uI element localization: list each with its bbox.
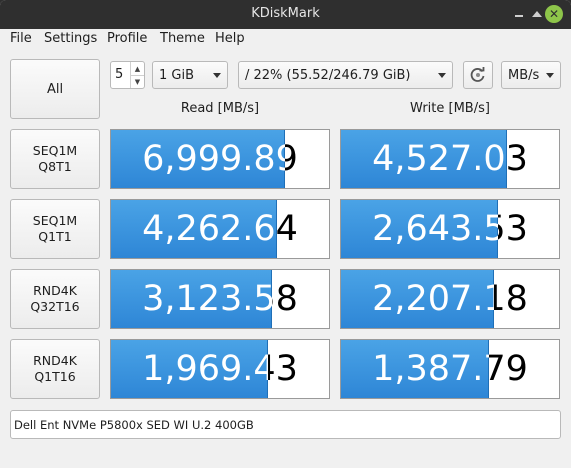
write-result-meter: 4,527.03 4,527.03 xyxy=(340,129,560,189)
write-column-header: Write [MB/s] xyxy=(410,101,490,116)
size-value: 1 GiB xyxy=(159,68,195,83)
test-name: RND4K xyxy=(33,353,77,368)
menu-profile[interactable]: Profile xyxy=(107,31,147,46)
write-result-meter: 1,387.79 1,387.79 xyxy=(340,339,560,399)
write-result-meter: 2,207.18 2,207.18 xyxy=(340,269,560,329)
read-result-meter: 4,262.64 4,262.64 xyxy=(110,199,330,259)
menu-settings[interactable]: Settings xyxy=(44,31,97,46)
read-value-clip: 4,262.64 xyxy=(111,200,277,258)
read-result-value-overlay: 6,999.89 xyxy=(142,139,286,179)
comment-field[interactable]: Dell Ent NVMe P5800x SED WI U.2 400GB xyxy=(10,410,561,439)
spin-down-icon[interactable]: ▼ xyxy=(130,75,144,88)
close-button[interactable]: ✕ xyxy=(545,5,563,23)
write-value-clip: 1,387.79 xyxy=(341,340,489,398)
read-value-clip: 6,999.89 xyxy=(111,130,285,188)
test-params: Q1T1 xyxy=(38,229,72,244)
chevron-down-icon xyxy=(546,73,554,78)
write-result-value-overlay: 4,527.03 xyxy=(372,139,507,179)
window-title: KDiskMark xyxy=(251,6,320,21)
write-value-clip: 2,207.18 xyxy=(341,270,494,328)
write-result-meter: 2,643.53 2,643.53 xyxy=(340,199,560,259)
refresh-icon xyxy=(470,67,485,82)
read-result-value-overlay: 4,262.64 xyxy=(142,209,277,249)
read-result-meter: 3,123.58 3,123.58 xyxy=(110,269,330,329)
target-value: / 22% (55.52/246.79 GiB) xyxy=(245,68,411,83)
units-value: MB/s xyxy=(508,68,540,83)
test-name: SEQ1M xyxy=(32,143,78,158)
units-select[interactable]: MB/s xyxy=(501,61,561,89)
test-params: Q1T16 xyxy=(34,369,76,384)
chevron-down-icon xyxy=(213,73,221,78)
read-result-meter: 6,999.89 6,999.89 xyxy=(110,129,330,189)
run-all-label: All xyxy=(46,81,64,97)
menu-help[interactable]: Help xyxy=(215,31,245,46)
read-value-clip: 1,969.43 xyxy=(111,340,268,398)
write-result-value-overlay: 2,643.53 xyxy=(372,209,498,249)
kdiskmark-window: KDiskMark ✕ File Settings Profile Theme … xyxy=(0,0,571,468)
read-result-value-overlay: 3,123.58 xyxy=(142,279,272,319)
target-select[interactable]: / 22% (55.52/246.79 GiB) xyxy=(238,61,453,89)
close-icon: ✕ xyxy=(548,7,560,21)
read-result-meter: 1,969.43 1,969.43 xyxy=(110,339,330,399)
chevron-down-icon xyxy=(438,73,446,78)
test-params: Q8T1 xyxy=(38,159,72,174)
test-button-rnd4k-q32t16[interactable]: RND4K Q32T16 xyxy=(10,269,100,329)
read-value-clip: 3,123.58 xyxy=(111,270,272,328)
runs-spinbox[interactable]: 5 ▲ ▼ xyxy=(110,61,145,89)
menu-theme[interactable]: Theme xyxy=(160,31,205,46)
write-result-value-overlay: 1,387.79 xyxy=(372,349,489,389)
read-result-value-overlay: 1,969.43 xyxy=(142,349,268,389)
run-all-button[interactable]: All xyxy=(10,59,100,119)
write-result-value-overlay: 2,207.18 xyxy=(372,279,494,319)
test-button-seq1m-q1t1[interactable]: SEQ1M Q1T1 xyxy=(10,199,100,259)
menu-bar: File Settings Profile Theme Help xyxy=(0,29,571,49)
size-select[interactable]: 1 GiB xyxy=(152,61,228,89)
refresh-button[interactable] xyxy=(463,61,493,89)
write-value-clip: 2,643.53 xyxy=(341,200,498,258)
read-column-header: Read [MB/s] xyxy=(180,101,260,116)
runs-value: 5 xyxy=(115,67,124,82)
test-params: Q32T16 xyxy=(30,299,80,314)
test-button-seq1m-q8t1[interactable]: SEQ1M Q8T1 xyxy=(10,129,100,189)
comment-text: Dell Ent NVMe P5800x SED WI U.2 400GB xyxy=(14,418,254,432)
menu-file[interactable]: File xyxy=(10,31,32,46)
test-button-rnd4k-q1t16[interactable]: RND4K Q1T16 xyxy=(10,339,100,399)
spin-up-icon[interactable]: ▲ xyxy=(130,62,144,75)
test-name: RND4K xyxy=(33,283,77,298)
minimize-button[interactable] xyxy=(510,5,528,23)
test-name: SEQ1M xyxy=(32,213,78,228)
title-bar: KDiskMark ✕ xyxy=(0,0,571,29)
maximize-button[interactable] xyxy=(528,5,546,23)
write-value-clip: 4,527.03 xyxy=(341,130,507,188)
